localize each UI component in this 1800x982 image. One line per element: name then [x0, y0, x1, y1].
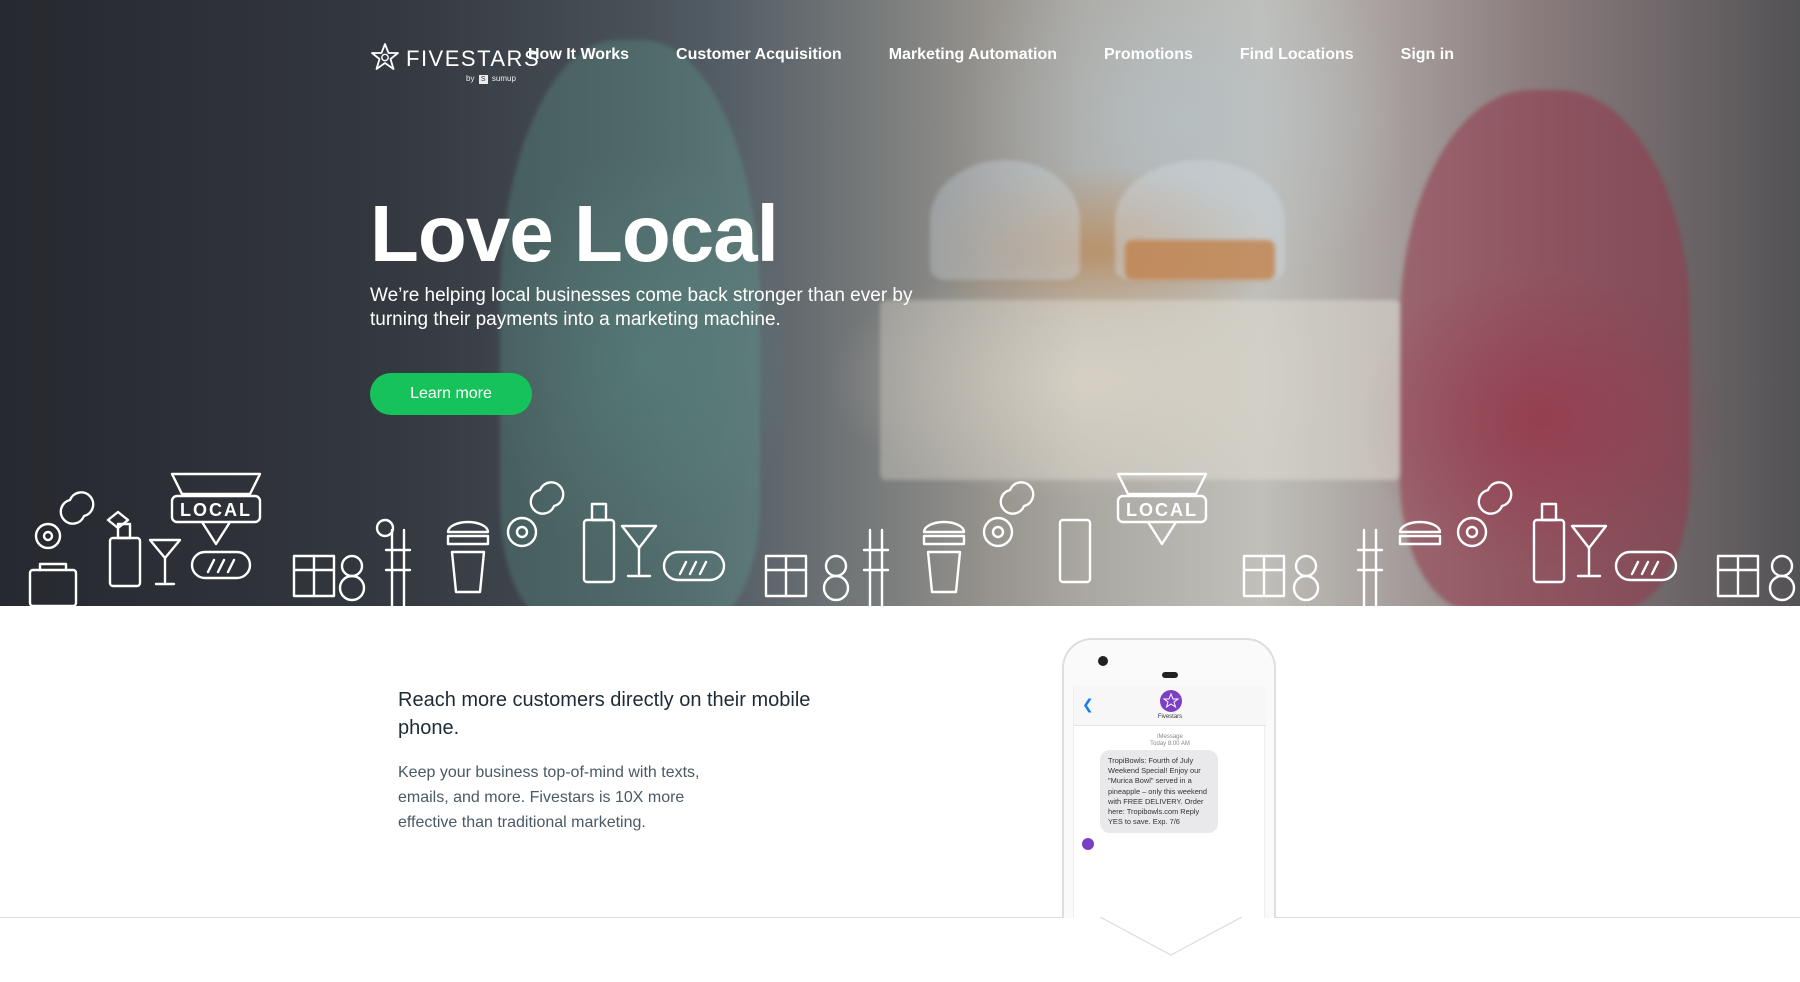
contact-name: Fivestars — [1157, 714, 1183, 720]
feature-body: Keep your business top-of-mind with text… — [398, 764, 700, 831]
sender-avatar — [1082, 838, 1094, 850]
message-bubble: TropiBowls: Fourth of July Weekend Speci… — [1100, 750, 1218, 834]
nav-marketing-automation[interactable]: Marketing Automation — [889, 46, 1057, 64]
down-chevron-icon — [1100, 917, 1242, 956]
phone-camera — [1098, 656, 1108, 666]
logo-by-text: by — [466, 74, 475, 83]
learn-more-button[interactable]: Learn more — [370, 373, 532, 415]
fivestars-logo[interactable]: FIVESTARS by S sumup — [370, 42, 539, 86]
back-chevron-icon: ❮ — [1082, 696, 1094, 712]
local-doodle-band: LOCAL LOCAL — [28, 472, 1796, 606]
nav-how-it-works[interactable]: How It Works — [528, 46, 629, 64]
doodle-group-left — [28, 472, 890, 606]
nav-sign-in[interactable]: Sign in — [1401, 46, 1454, 64]
logo-byline: by S sumup — [466, 74, 516, 84]
hero-title: Love Local — [370, 189, 779, 278]
nav-promotions[interactable]: Promotions — [1104, 46, 1193, 64]
top-nav: FIVESTARS by S sumup How It Works Custom… — [370, 40, 1454, 86]
star-logo-icon — [371, 43, 399, 70]
nav-find-locations[interactable]: Find Locations — [1240, 46, 1354, 64]
phone-speaker — [1162, 672, 1178, 678]
nav-links: How It Works Customer Acquisition Market… — [528, 46, 1501, 64]
contact-avatar — [1160, 690, 1182, 712]
doodle-sign-right: LOCAL — [1126, 500, 1198, 520]
phone-mockup: ❮ Fivestars iMessage Today 8:00 AM Tropi… — [1062, 638, 1276, 918]
logo-parent-text: sumup — [491, 74, 516, 83]
message-service: iMessage — [1157, 734, 1183, 740]
nav-customer-acquisition[interactable]: Customer Acquisition — [676, 46, 842, 64]
hero-section: FIVESTARS by S sumup How It Works Custom… — [0, 0, 1800, 606]
doodle-group-right — [922, 472, 1796, 606]
hero-subtitle: We’re helping local businesses come back… — [370, 285, 913, 330]
message-header: ❮ Fivestars — [1074, 686, 1266, 726]
sumup-icon: S — [478, 75, 488, 84]
logo-wordmark: FIVESTARS — [406, 46, 541, 71]
message-meta: iMessage Today 8:00 AM — [1074, 734, 1266, 748]
star-logo-icon — [1162, 692, 1180, 709]
section-divider — [0, 917, 1800, 918]
phone-screen: ❮ Fivestars iMessage Today 8:00 AM Tropi… — [1073, 686, 1266, 918]
doodle-sign-left: LOCAL — [180, 500, 252, 520]
message-time: Today 8:00 AM — [1150, 741, 1190, 747]
feature-heading: Reach more customers directly on their m… — [398, 689, 811, 739]
